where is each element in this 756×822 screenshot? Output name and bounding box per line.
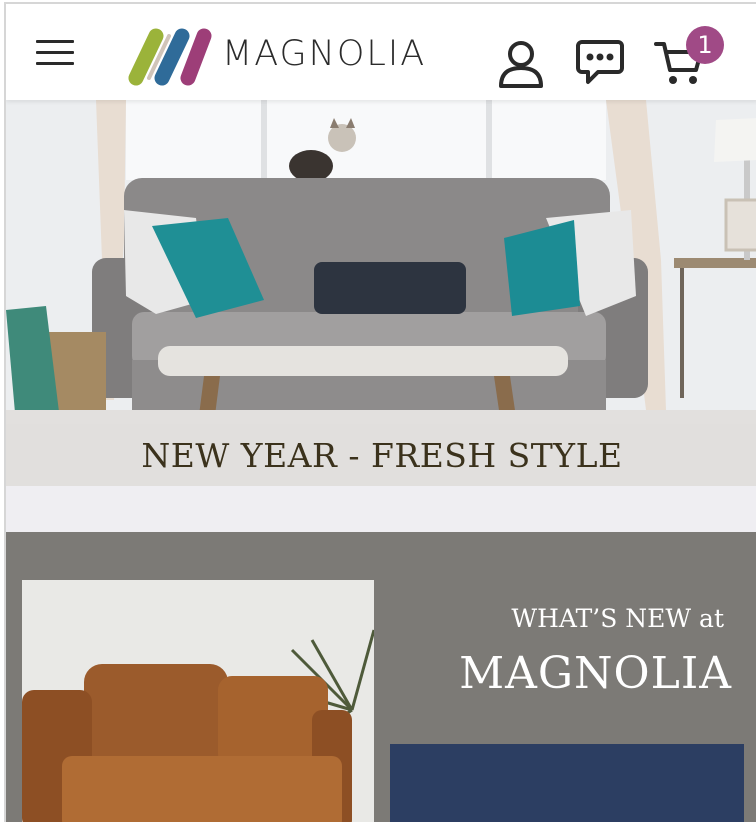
app-frame: MAGNOLIA 1 NEW YEAR - FRESH STYLE WHAT’S… (4, 2, 756, 822)
promo-title: MAGNOLIA (459, 648, 732, 699)
hero-caption-bar: NEW YEAR - FRESH STYLE (6, 424, 756, 486)
promo-kicker: WHAT’S NEW at (511, 604, 724, 633)
section-spacer (6, 486, 756, 532)
hero-banner[interactable]: NEW YEAR - FRESH STYLE (6, 100, 756, 486)
whats-new-section: WHAT’S NEW at MAGNOLIA (6, 532, 756, 822)
magnolia-logo-icon[interactable] (122, 26, 214, 88)
brand-name[interactable]: MAGNOLIA (222, 34, 426, 74)
hamburger-menu-icon[interactable] (36, 40, 74, 68)
chat-icon[interactable] (576, 40, 624, 86)
top-header: MAGNOLIA 1 (6, 4, 756, 100)
cart-count-badge[interactable]: 1 (686, 26, 724, 64)
user-icon[interactable] (498, 40, 544, 88)
promo-card-image[interactable] (390, 744, 744, 822)
leather-sofa-image[interactable] (22, 580, 374, 822)
hero-caption: NEW YEAR - FRESH STYLE (141, 436, 623, 475)
